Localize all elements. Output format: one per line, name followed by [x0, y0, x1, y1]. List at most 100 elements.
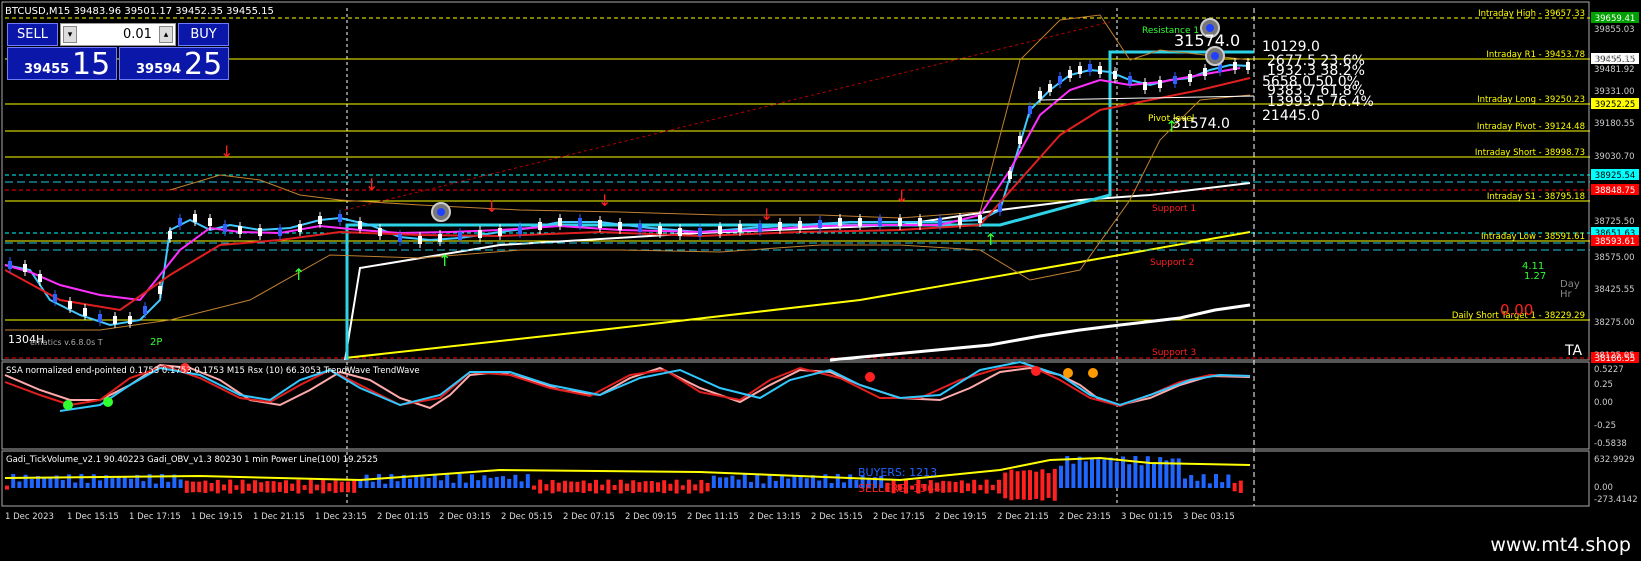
volume-bar [532, 485, 536, 490]
price-badge-text: 39252.25 [1595, 100, 1636, 110]
volume-bar [848, 474, 853, 488]
volume-bar [290, 483, 295, 491]
price-axis-label: 39030.70 [1594, 152, 1635, 162]
volume-bar [1214, 474, 1218, 488]
volume-bar [315, 484, 319, 491]
volume-bar [525, 474, 530, 488]
volume-bar [228, 479, 233, 494]
volume-bar [1220, 482, 1225, 488]
level-label: Intraday Pivot - 39124.48 [1477, 122, 1585, 132]
lot-increase-icon[interactable]: ▴ [159, 26, 173, 43]
volume-bar [780, 474, 784, 488]
price-axis-label: 39331.00 [1594, 87, 1635, 97]
price-badge-text: 38593.61 [1595, 237, 1636, 247]
volume-axis-label: 632.9929 [1594, 455, 1635, 465]
volume-bar [457, 474, 462, 488]
candle-body [1008, 171, 1012, 179]
volume-bar [197, 481, 202, 493]
volume-bar [959, 480, 964, 494]
candle-body [438, 234, 442, 242]
volume-bar [649, 481, 654, 493]
time-axis-label: 2 Dec 07:15 [563, 512, 615, 522]
volume-bar [978, 484, 983, 491]
footer-bar: www.mt4.shop [0, 530, 1641, 561]
volume-bar [408, 478, 412, 488]
volume-bar [1152, 462, 1156, 488]
sell-price-box[interactable]: 39455 15 [7, 47, 117, 82]
volume-bar [581, 480, 586, 494]
volume-bar [1096, 459, 1101, 488]
candle-body [738, 224, 742, 232]
candle-body [478, 230, 482, 238]
volume-bar [178, 479, 183, 488]
volume-bar [835, 474, 840, 488]
sell-button[interactable]: SELL [7, 23, 58, 46]
time-axis-label: 2 Dec 13:15 [749, 512, 801, 522]
lot-decrease-icon[interactable]: ▾ [63, 26, 77, 43]
candle-body [338, 214, 342, 222]
candle-body [158, 286, 162, 294]
volume-bar [618, 479, 623, 494]
volume-bar [631, 480, 636, 494]
volume-bar [389, 474, 394, 488]
buy-button[interactable]: BUY [178, 23, 229, 46]
zone-label-pivot: Pivot level [1148, 114, 1194, 124]
candle-body [238, 226, 242, 234]
price-axis-label: 38275.00 [1594, 318, 1635, 328]
volume-bar [724, 477, 729, 488]
price-axis-label: 38125.05 [1594, 351, 1635, 361]
candle-body [1246, 62, 1250, 70]
volume-bar [5, 485, 9, 490]
volume-bar [798, 476, 803, 488]
volume-bar [767, 474, 772, 488]
volume-bar [507, 478, 512, 488]
volume-bar [817, 480, 822, 488]
volume-bar [662, 480, 667, 494]
left-text: ematics v.6.8.0s T [30, 338, 103, 347]
volume-bar [426, 478, 431, 488]
chart-window[interactable]: Intraday High - 39657.33 39659.41 Intraday… [0, 0, 1641, 561]
candle-body [1078, 66, 1082, 74]
buy-price-box[interactable]: 39594 25 [119, 47, 229, 82]
time-axis-label: 2 Dec 01:15 [377, 512, 429, 522]
volume-bar [333, 480, 338, 493]
volume-bar [166, 481, 171, 488]
volume-bar [284, 480, 288, 494]
sellers-label: SELLERS: 1564 [858, 482, 941, 495]
volume-bar [1201, 474, 1206, 488]
price-axis-label: 39481.92 [1594, 65, 1635, 75]
chart-canvas[interactable]: Intraday High - 39657.33 39659.41 Intraday… [0, 0, 1641, 530]
volume-bar [79, 474, 84, 488]
volume-bar [346, 481, 350, 493]
candle-body [718, 226, 722, 234]
volume-bar [730, 475, 735, 488]
volume-bar [73, 482, 78, 488]
volume-bar [804, 478, 809, 488]
volume-bar [383, 483, 388, 488]
white-ma-line [344, 182, 1251, 361]
volume-bar [395, 481, 400, 488]
volume-bar [544, 484, 549, 491]
ssa-axis-label: -0.5838 [1594, 439, 1627, 449]
volume-bar [1226, 474, 1231, 488]
red-ma [4, 77, 1251, 312]
time-axis-label: 2 Dec 15:15 [811, 512, 863, 522]
volume-bar [1003, 472, 1008, 499]
time-axis-label: 1 Dec 15:15 [67, 512, 119, 522]
candle-body [998, 204, 1002, 212]
lot-value[interactable]: 0.01 [123, 27, 152, 42]
buy-price-small: 39594 [136, 62, 182, 77]
lot-size-field[interactable]: ▾ 0.01 ▴ [60, 23, 176, 46]
signal-arrow-icon: ↑ [984, 230, 997, 249]
volume-bar [85, 482, 90, 488]
volume-bar [538, 479, 543, 494]
volume-bar [1158, 457, 1163, 488]
candle-body [1068, 70, 1072, 78]
volume-bar [1114, 461, 1119, 488]
volume-bar [463, 482, 468, 488]
volume-bar [575, 481, 580, 493]
volume-bar [259, 482, 264, 492]
time-axis-label: 2 Dec 21:15 [997, 512, 1049, 522]
candle-body [1018, 136, 1022, 144]
symbol-info: BTCUSD,M15 39483.96 39501.17 39452.35 39… [5, 6, 274, 17]
